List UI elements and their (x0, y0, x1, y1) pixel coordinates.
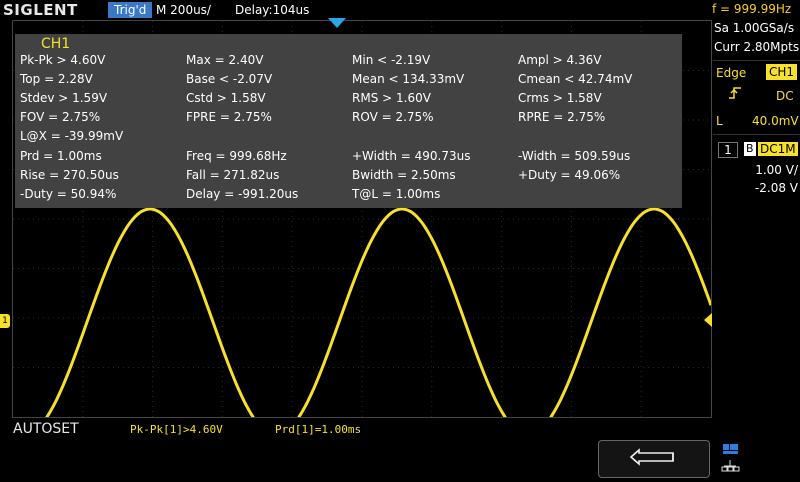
measurement-value: Rise = 270.50us (20, 168, 119, 182)
measurement-value: Base < -2.07V (186, 72, 273, 86)
divider (713, 60, 800, 61)
ch1-ground-marker[interactable]: 1 (0, 314, 10, 328)
sample-rate: Sa 1.00GSa/s (714, 21, 795, 35)
measurement-value: T@L = 1.00ms (352, 187, 441, 201)
measurement-value: Fall = 271.82us (186, 168, 280, 182)
delay-readout[interactable]: Delay:104us (235, 2, 309, 18)
measurement-value: L@X = -39.99mV (20, 129, 124, 143)
measurement-value: +Width = 490.73us (352, 149, 471, 163)
measurement-value: Delay = -991.20us (186, 187, 299, 201)
channel-number[interactable]: 1 (718, 142, 738, 158)
ch1-waveform-trace (45, 207, 711, 417)
frequency-counter: f = 999.99Hz (712, 2, 792, 16)
measurement-value: Crms > 1.58V (518, 91, 602, 105)
trigger-level-marker-icon[interactable] (704, 313, 712, 327)
measurement-value: -Duty = 50.94% (20, 187, 117, 201)
measurement-value: Mean < 134.33mV (352, 72, 465, 86)
bottom-measurement-1: Pk-Pk[1]>4.60V (130, 423, 223, 436)
memory-depth: Curr 2.80Mpts (714, 40, 800, 54)
measurement-value: RPRE = 2.75% (518, 110, 606, 124)
back-button[interactable] (598, 440, 710, 478)
trigger-source[interactable]: CH1 (766, 64, 798, 80)
measurement-value: Freq = 999.68Hz (186, 149, 287, 163)
bottom-measurement-2: Prd[1]=1.00ms (275, 423, 362, 436)
measurement-value: +Duty = 49.06% (518, 168, 621, 182)
measurement-value: ROV = 2.75% (352, 110, 434, 124)
measurement-value: Ampl > 4.36V (518, 53, 602, 67)
trigger-level-label: L (716, 114, 723, 128)
trigger-level-value[interactable]: 40.0mV (752, 114, 799, 128)
rising-edge-icon (728, 86, 742, 104)
autoset-label: AUTOSET (13, 421, 79, 437)
measurement-value: Cstd > 1.58V (186, 91, 266, 105)
measurement-value: Pk-Pk > 4.60V (20, 53, 106, 67)
trigger-status-badge[interactable]: Trig'd (108, 2, 153, 18)
trigger-position-marker-icon[interactable] (328, 18, 346, 28)
divider (713, 134, 800, 135)
measurement-value: Cmean < 42.74mV (518, 72, 633, 86)
bandwidth-limit-badge: B (744, 142, 756, 156)
measurement-value: Stdev > 1.59V (20, 91, 108, 105)
measurement-value: Min < -2.19V (352, 53, 431, 67)
measurement-value: Bwidth = 2.50ms (352, 168, 456, 182)
return-arrow-icon (629, 448, 674, 466)
measurement-value: FPRE = 2.75% (186, 110, 272, 124)
trigger-coupling[interactable]: DC (776, 89, 794, 103)
channel-offset[interactable]: -2.08 V (714, 181, 798, 195)
measurement-value: Top = 2.28V (20, 72, 93, 86)
measurement-value: Max = 2.40V (186, 53, 264, 67)
measurement-value: FOV = 2.75% (20, 110, 101, 124)
measurement-value: -Width = 509.59us (518, 149, 631, 163)
channel-scale[interactable]: 1.00 V/ (714, 163, 798, 177)
measurement-value: Prd = 1.00ms (20, 149, 102, 163)
network-status-icon[interactable] (720, 440, 750, 478)
measurement-channel-title: CH1 (41, 36, 71, 52)
timebase-readout[interactable]: M 200us/ (156, 2, 211, 18)
measurement-value: RMS > 1.60V (352, 91, 431, 105)
brand-logo: SIGLENT (3, 1, 78, 19)
trigger-type[interactable]: Edge (716, 66, 746, 80)
channel-coupling[interactable]: DC1M (758, 142, 798, 156)
